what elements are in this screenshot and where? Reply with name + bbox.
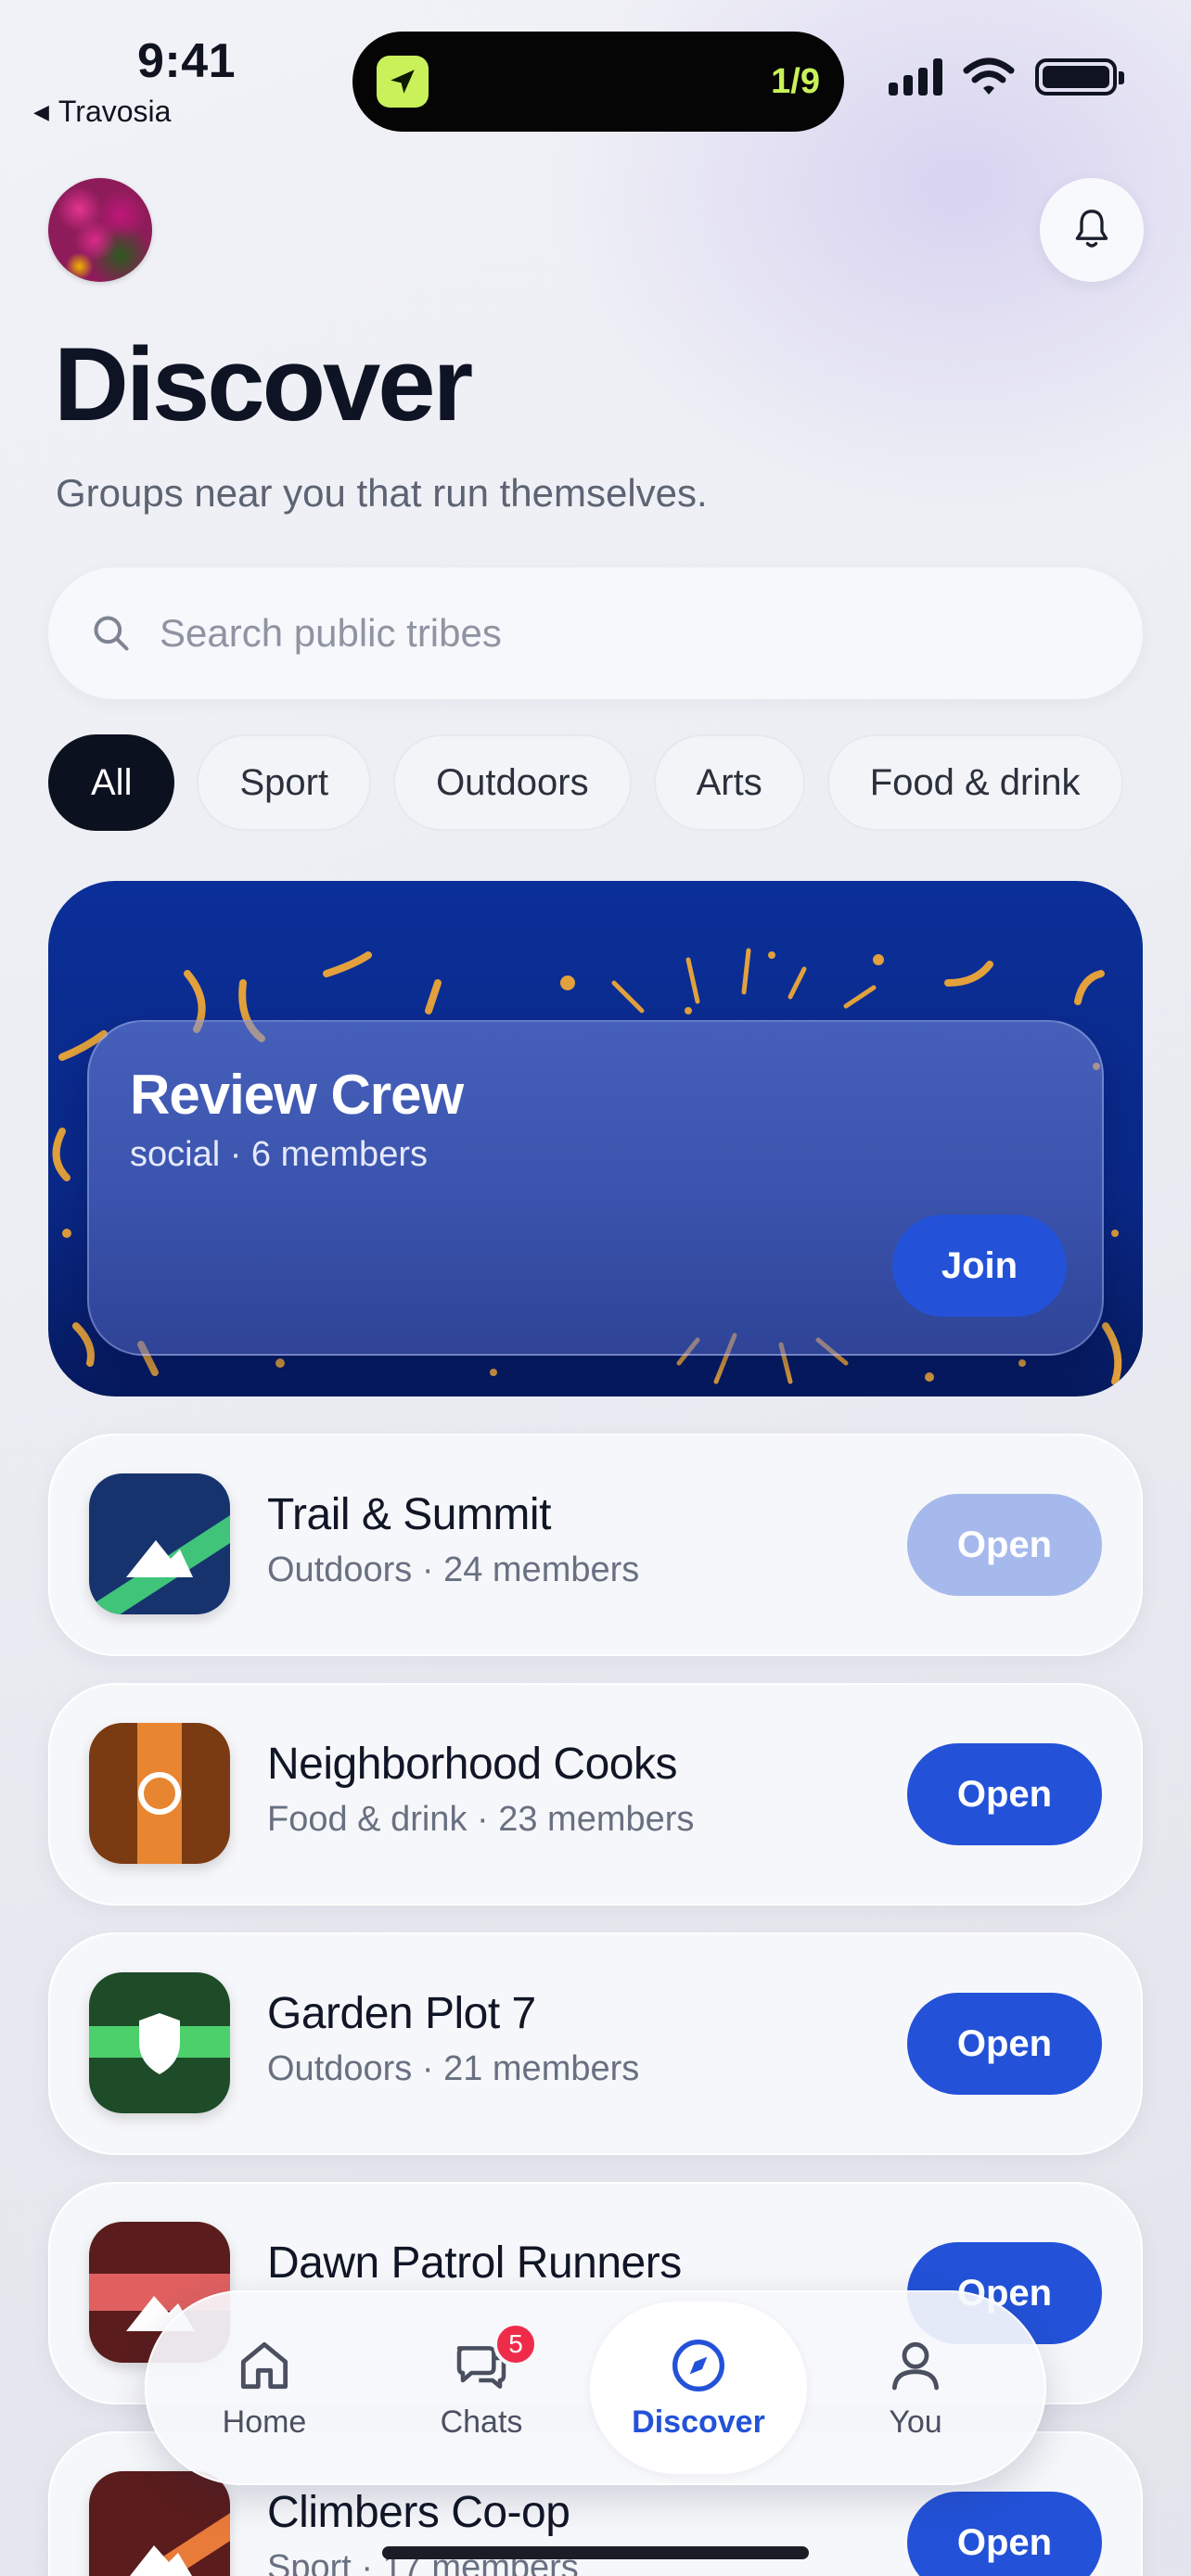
tab-chats[interactable]: Chats 5 bbox=[373, 2302, 590, 2474]
home-icon bbox=[240, 2341, 288, 2389]
status-time: 9:41 bbox=[137, 34, 237, 88]
featured-group-card[interactable]: Review Crew social · 6 members Join bbox=[48, 881, 1143, 1396]
chip-all[interactable]: All bbox=[48, 734, 175, 831]
join-button[interactable]: Join bbox=[892, 1215, 1067, 1317]
tab-you[interactable]: You bbox=[807, 2302, 1024, 2474]
tab-discover[interactable]: Discover bbox=[590, 2302, 807, 2474]
unread-badge: 5 bbox=[493, 2322, 538, 2366]
tab-chats-label: Chats bbox=[440, 2404, 523, 2440]
group-meta: Outdoors · 21 members bbox=[267, 2049, 640, 2088]
open-button[interactable]: Open bbox=[907, 1743, 1102, 1845]
group-name: Garden Plot 7 bbox=[267, 1989, 536, 2038]
shield-icon bbox=[89, 1972, 230, 2113]
ring-icon bbox=[89, 1723, 230, 1864]
group-name: Trail & Summit bbox=[267, 1490, 551, 1539]
group-name: Neighborhood Cooks bbox=[267, 1740, 677, 1789]
featured-group-meta: social · 6 members bbox=[130, 1135, 428, 1174]
group-name: Climbers Co-op bbox=[267, 2488, 570, 2537]
wifi-icon bbox=[963, 57, 1015, 95]
category-filter-chips: All Sport Outdoors Arts Food & drink bbox=[48, 734, 1148, 831]
search-bar[interactable] bbox=[48, 567, 1143, 699]
dynamic-island[interactable]: 1/9 bbox=[352, 32, 844, 132]
mountain-icon bbox=[89, 1473, 230, 1614]
open-button[interactable]: Open bbox=[907, 1494, 1102, 1596]
tab-bar: Home Chats 5 Discover You bbox=[145, 2290, 1046, 2485]
status-icons bbox=[889, 57, 1124, 96]
tab-discover-label: Discover bbox=[632, 2404, 765, 2440]
group-card-neighborhood-cooks[interactable]: Neighborhood Cooks Food & drink · 23 mem… bbox=[48, 1683, 1143, 1906]
avatar[interactable] bbox=[48, 178, 152, 282]
person-icon bbox=[891, 2341, 940, 2390]
home-indicator bbox=[382, 2546, 809, 2559]
bell-icon bbox=[1075, 210, 1108, 248]
navigation-arrow-icon bbox=[377, 56, 429, 108]
notifications-button[interactable] bbox=[1040, 178, 1144, 282]
island-counter: 1/9 bbox=[771, 61, 820, 101]
featured-group-title: Review Crew bbox=[130, 1064, 464, 1126]
battery-icon bbox=[1035, 58, 1124, 96]
chip-sport[interactable]: Sport bbox=[197, 734, 372, 831]
back-triangle-icon: ◀ bbox=[33, 99, 49, 123]
mountain-icon bbox=[89, 2471, 230, 2576]
tab-you-label: You bbox=[889, 2404, 942, 2440]
back-to-app-link[interactable]: ◀ Travosia bbox=[33, 95, 171, 129]
group-meta: Outdoors · 24 members bbox=[267, 1550, 640, 1589]
group-card-garden-plot-7[interactable]: Garden Plot 7 Outdoors · 21 members Open bbox=[48, 1932, 1143, 2155]
search-icon bbox=[94, 616, 129, 651]
group-meta: Food & drink · 23 members bbox=[267, 1800, 695, 1839]
back-app-label: Travosia bbox=[58, 95, 172, 128]
page-title: Discover bbox=[54, 326, 473, 442]
featured-glass-panel: Review Crew social · 6 members Join bbox=[87, 1020, 1104, 1356]
group-card-trail-summit[interactable]: Trail & Summit Outdoors · 24 members Ope… bbox=[48, 1434, 1143, 1656]
group-name: Dawn Patrol Runners bbox=[267, 2238, 682, 2288]
tab-home-label: Home bbox=[222, 2404, 307, 2440]
tab-home[interactable]: Home bbox=[156, 2302, 373, 2474]
open-button[interactable]: Open bbox=[907, 2492, 1102, 2576]
cellular-signal-icon bbox=[889, 58, 942, 96]
chip-food-drink[interactable]: Food & drink bbox=[826, 734, 1123, 831]
search-input[interactable] bbox=[160, 611, 994, 656]
chip-outdoors[interactable]: Outdoors bbox=[393, 734, 632, 831]
chip-arts[interactable]: Arts bbox=[653, 734, 805, 831]
page-subtitle: Groups near you that run themselves. bbox=[56, 471, 708, 515]
open-button[interactable]: Open bbox=[907, 1993, 1102, 2095]
compass-icon bbox=[672, 2339, 724, 2391]
